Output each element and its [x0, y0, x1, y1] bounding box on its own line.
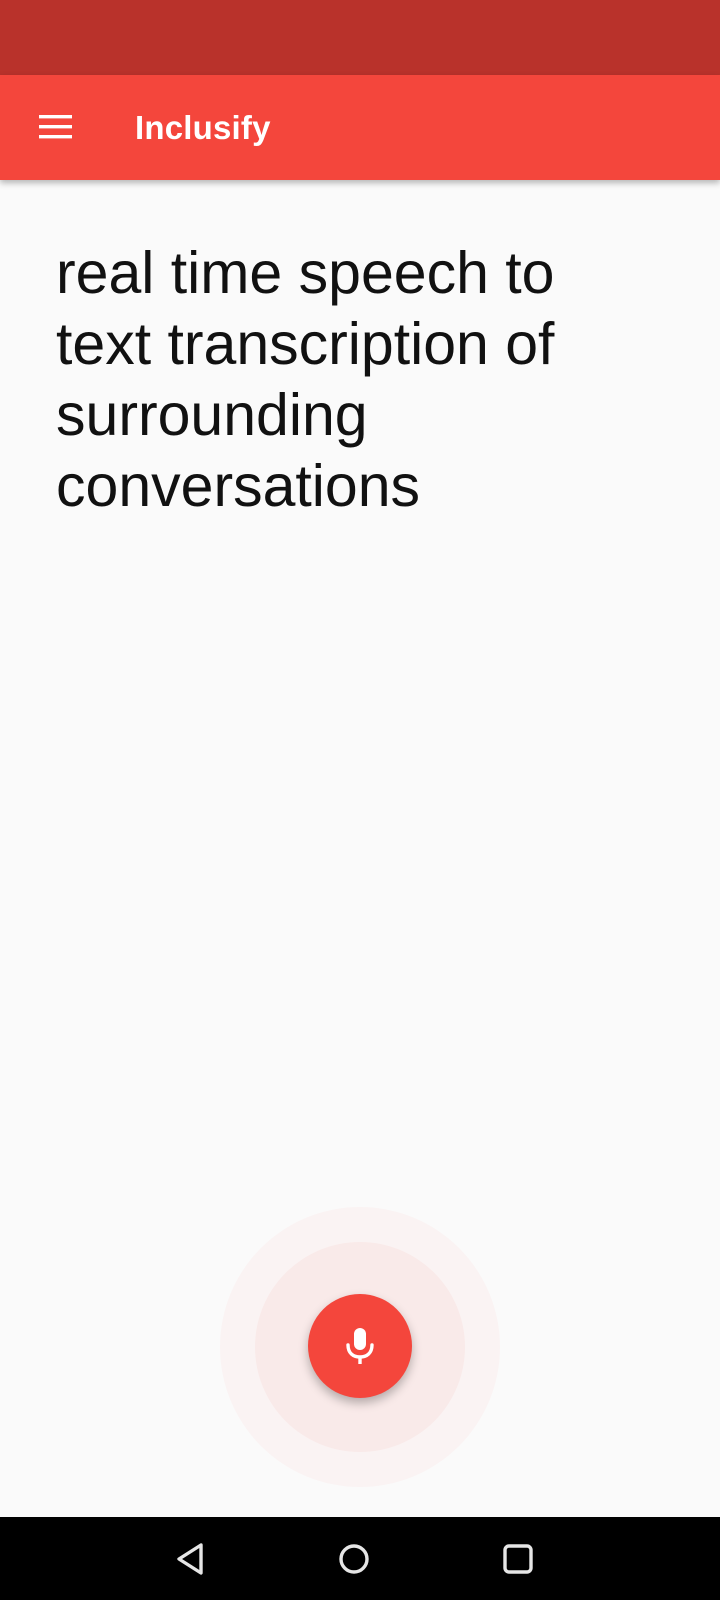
status-bar — [0, 0, 720, 75]
transcript-text: real time speech to text transcription o… — [56, 240, 555, 519]
home-circle-icon — [339, 1544, 369, 1574]
nav-back-button[interactable] — [160, 1529, 220, 1589]
recents-square-icon — [503, 1544, 533, 1574]
app-bar: Inclusify — [0, 75, 720, 180]
nav-home-button[interactable] — [324, 1529, 384, 1589]
nav-recents-button[interactable] — [488, 1529, 548, 1589]
system-navigation-bar — [0, 1517, 720, 1600]
back-triangle-icon — [177, 1543, 203, 1575]
microphone-icon — [346, 1328, 374, 1364]
hamburger-menu-icon — [39, 115, 72, 139]
mic-button[interactable] — [308, 1294, 412, 1398]
app-title: Inclusify — [135, 109, 271, 146]
menu-button[interactable] — [24, 95, 88, 159]
